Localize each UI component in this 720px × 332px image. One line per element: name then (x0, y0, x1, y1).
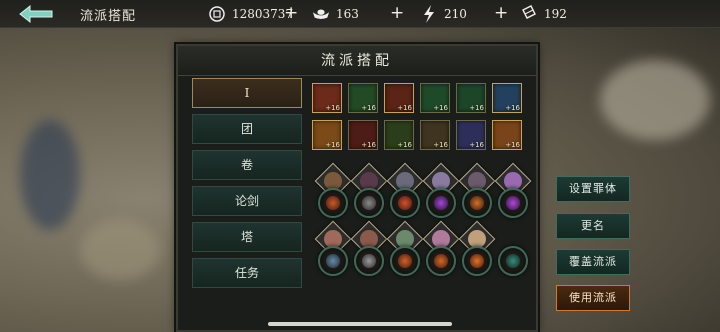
stamina-value: 210 (444, 7, 467, 21)
home-indicator[interactable] (268, 322, 452, 326)
tab-renwu[interactable]: 任务 (192, 258, 302, 288)
back-arrow-icon (19, 4, 53, 24)
ingot-value: 163 (336, 7, 359, 21)
ticket-icon (520, 5, 538, 23)
skill-level: +16 (505, 104, 520, 112)
skill-level: +16 (469, 141, 484, 149)
skill-level: +16 (361, 104, 376, 112)
skill-level: +16 (505, 141, 520, 149)
tab-lunjian[interactable]: 论剑 (192, 186, 302, 216)
skill-level: +16 (325, 141, 340, 149)
weapon-slot[interactable] (462, 246, 492, 276)
background-figure (20, 120, 80, 230)
skill-level: +16 (433, 141, 448, 149)
lightning-icon (420, 5, 438, 23)
ticket-value: 192 (544, 7, 567, 21)
background-blot (80, 220, 160, 280)
skill-slot[interactable]: +16 (420, 120, 450, 150)
skill-slot[interactable]: +16 (492, 83, 522, 113)
weapon-slot[interactable] (354, 246, 384, 276)
panel-title: 流派搭配 (178, 46, 536, 76)
resource-stamina: 210 (420, 4, 467, 24)
skill-level: +16 (433, 104, 448, 112)
skill-slot[interactable]: +16 (348, 120, 378, 150)
coin-icon (208, 5, 226, 23)
skill-level: +16 (397, 104, 412, 112)
top-bar: 流派搭配 12803737 + 163 + 210 + 192 (0, 0, 720, 28)
skill-slot[interactable]: +16 (384, 120, 414, 150)
set-disciple-button[interactable]: 设置罪体 (556, 176, 630, 202)
skill-slot[interactable]: +16 (492, 120, 522, 150)
skill-slot[interactable]: +16 (312, 83, 342, 113)
weapon-slot[interactable] (354, 188, 384, 218)
rename-button[interactable]: 更名 (556, 213, 630, 239)
weapon-slot[interactable] (498, 188, 528, 218)
resource-ticket: 192 (520, 4, 567, 24)
skill-slot[interactable]: +16 (348, 83, 378, 113)
weapon-slot[interactable] (318, 188, 348, 218)
background-blot (600, 60, 710, 140)
faction-panel: 流派搭配 I 团 卷 论剑 塔 任务 +16 +16 +16 +16 +16 +… (176, 44, 538, 332)
tab-tuan[interactable]: 团 (192, 114, 302, 144)
tab-1[interactable]: I (192, 78, 302, 108)
add-silver-button[interactable]: + (284, 3, 298, 23)
weapon-slot[interactable] (462, 188, 492, 218)
resource-silver: 12803737 (208, 4, 293, 24)
weapon-slot[interactable] (390, 246, 420, 276)
skill-slot[interactable]: +16 (456, 120, 486, 150)
skill-level: +16 (325, 104, 340, 112)
skill-level: +16 (397, 141, 412, 149)
skill-slot[interactable]: +16 (384, 83, 414, 113)
back-button[interactable] (14, 3, 58, 25)
weapon-slot[interactable] (390, 188, 420, 218)
tab-juan[interactable]: 卷 (192, 150, 302, 180)
weapon-slot[interactable] (318, 246, 348, 276)
skill-slot[interactable]: +16 (420, 83, 450, 113)
skill-slot[interactable]: +16 (456, 83, 486, 113)
skill-level: +16 (361, 141, 376, 149)
resource-ingot: 163 (312, 4, 359, 24)
add-ingot-button[interactable]: + (390, 3, 404, 23)
skill-level: +16 (469, 104, 484, 112)
add-stamina-button[interactable]: + (494, 3, 508, 23)
skill-slot[interactable]: +16 (312, 120, 342, 150)
ingot-icon (312, 5, 330, 23)
weapon-slot[interactable] (426, 188, 456, 218)
weapon-slot[interactable] (498, 246, 528, 276)
use-faction-button[interactable]: 使用流派 (556, 285, 630, 311)
overwrite-faction-button[interactable]: 覆盖流派 (556, 249, 630, 275)
weapon-slot[interactable] (426, 246, 456, 276)
tab-ta[interactable]: 塔 (192, 222, 302, 252)
page-title: 流派搭配 (80, 9, 137, 24)
